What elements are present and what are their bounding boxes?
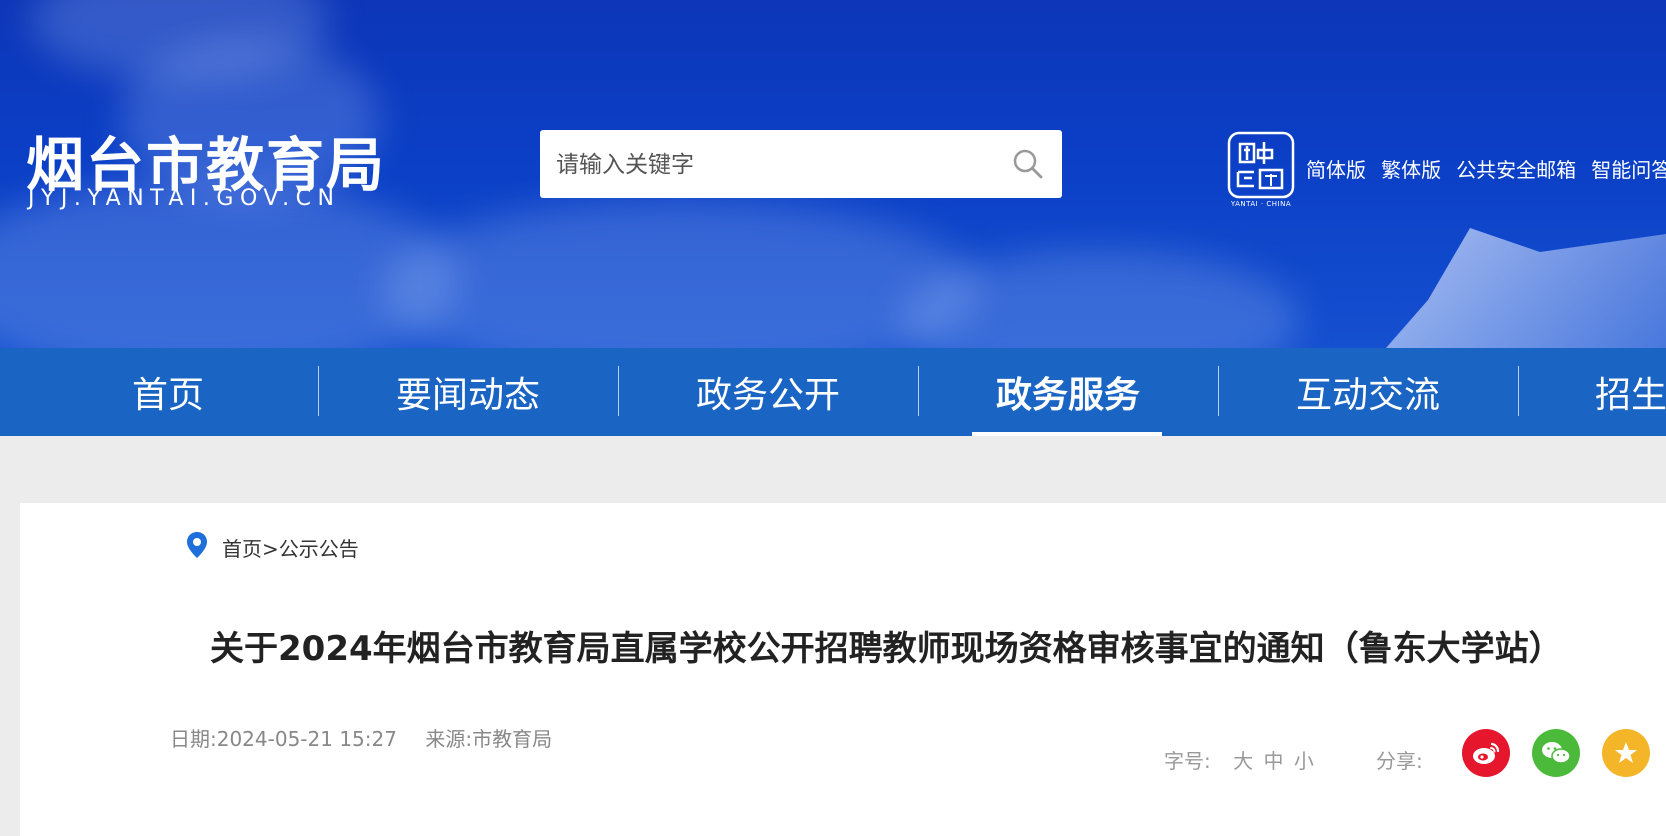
top-links: 简体版 繁体版 公共安全邮箱 智能问答: [1306, 154, 1666, 183]
article-title: 关于2024年烟台市教育局直属学校公开招聘教师现场资格审核事宜的通知（鲁东大学站…: [210, 629, 1563, 669]
article-source: 来源:市教育局: [425, 727, 553, 751]
font-size-small-button[interactable]: 小: [1294, 749, 1314, 773]
search-box: [540, 130, 1062, 198]
search-icon[interactable]: [1012, 148, 1044, 180]
weibo-share-button[interactable]: [1462, 729, 1510, 777]
font-size-medium-button[interactable]: 中: [1263, 749, 1283, 773]
simplified-chinese-link[interactable]: 简体版: [1306, 158, 1366, 182]
nav-item-home[interactable]: 首页: [18, 348, 318, 436]
font-size-label: 字号:: [1164, 749, 1211, 773]
content-panel: 首页>公示公告 关于2024年烟台市教育局直属学校公开招聘教师现场资格审核事宜的…: [20, 503, 1666, 836]
main-nav: 首页 要闻动态 政务公开 政务服务 互动交流 招生: [0, 348, 1666, 436]
nav-item-news[interactable]: 要闻动态: [318, 348, 618, 436]
favorite-share-button[interactable]: [1602, 729, 1650, 777]
nav-item-interaction[interactable]: 互动交流: [1218, 348, 1518, 436]
site-domain: JYJ.YANTAI.GOV.CN: [28, 186, 341, 211]
book-decoration: [1386, 228, 1666, 348]
nav-divider: [1518, 366, 1519, 416]
public-safety-mailbox-link[interactable]: 公共安全邮箱: [1456, 158, 1576, 182]
weibo-icon: [1473, 742, 1500, 764]
nav-item-government-services[interactable]: 政务服务: [918, 348, 1218, 436]
article-date: 日期:2024-05-21 15:27: [170, 727, 397, 751]
nav-item-government-affairs[interactable]: 政务公开: [618, 348, 918, 436]
share-label: 分享:: [1376, 749, 1423, 773]
nav-active-indicator: [972, 432, 1162, 436]
location-pin-icon: [187, 532, 207, 558]
font-size-large-button[interactable]: 大: [1233, 749, 1253, 773]
nav-item-enrollment[interactable]: 招生: [1520, 348, 1666, 436]
wechat-icon: [1542, 742, 1571, 764]
breadcrumb: 首页>公示公告: [222, 533, 359, 562]
font-size-control: 字号: 大 中 小: [1164, 745, 1314, 774]
traditional-chinese-link[interactable]: 繁体版: [1381, 158, 1441, 182]
smart-qa-link[interactable]: 智能问答: [1591, 158, 1666, 182]
search-input[interactable]: [554, 142, 978, 188]
favorite-icon: [1615, 742, 1637, 763]
header-banner: 烟台市教育局 JYJ.YANTAI.GOV.CN YANTAI · CHINA …: [0, 0, 1666, 348]
seal-caption: YANTAI · CHINA: [1230, 200, 1292, 208]
breadcrumb-separator: >: [262, 537, 279, 561]
yantai-china-seal-logo: YANTAI · CHINA: [1226, 130, 1296, 210]
breadcrumb-home-link[interactable]: 首页: [222, 537, 262, 561]
article-meta: 日期:2024-05-21 15:27 来源:市教育局: [170, 723, 574, 752]
wechat-share-button[interactable]: [1532, 729, 1580, 777]
breadcrumb-current-link[interactable]: 公示公告: [279, 537, 359, 561]
